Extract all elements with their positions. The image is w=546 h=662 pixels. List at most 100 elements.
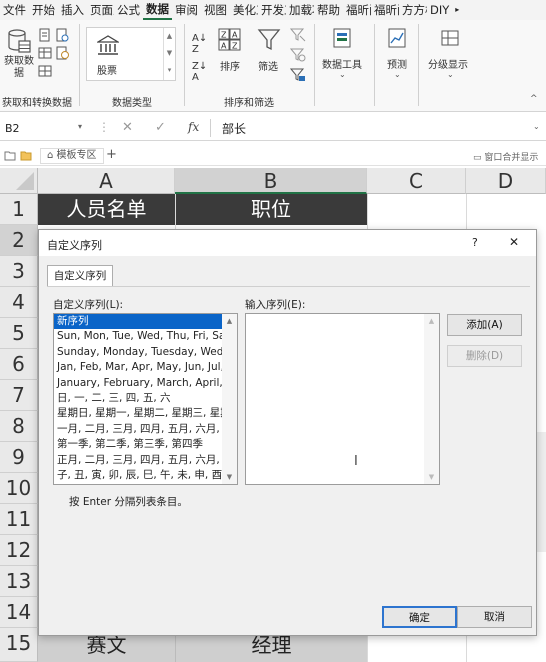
data-tools-label[interactable]: 数据工具: [322, 56, 362, 71]
tab-foxit-2[interactable]: 福昕阅: [371, 0, 399, 20]
tab-fangfang[interactable]: 方方格: [399, 0, 427, 20]
ok-button[interactable]: 确定: [382, 606, 457, 628]
chevron-down-icon[interactable]: ⌄: [339, 70, 346, 79]
custom-list-item[interactable]: 甲, 乙, 丙, 丁, 戊, 己, 庚, 辛, 壬, 癸: [54, 483, 222, 484]
row-header[interactable]: 5: [0, 318, 38, 349]
custom-list-item[interactable]: 星期日, 星期一, 星期二, 星期三, 星期: [54, 406, 222, 421]
row-header[interactable]: 9: [0, 442, 38, 473]
tab-view[interactable]: 视图: [201, 0, 230, 20]
filter-label[interactable]: 筛选: [258, 58, 278, 73]
gallery-scroll[interactable]: ▲ ▼ ▾: [163, 28, 175, 80]
delete-button[interactable]: 删除(D): [447, 345, 522, 367]
close-button[interactable]: ✕: [509, 235, 519, 249]
add-tab-button[interactable]: +: [106, 147, 117, 162]
clear-filter-icon[interactable]: [290, 28, 306, 42]
get-data-label[interactable]: 获取数 据: [2, 56, 36, 80]
custom-list-item[interactable]: Sunday, Monday, Tuesday, Wedi: [54, 345, 222, 360]
row-header[interactable]: 1: [0, 194, 38, 225]
tab-home[interactable]: 开始: [29, 0, 58, 20]
folder-icon[interactable]: [4, 150, 16, 161]
reapply-icon[interactable]: [290, 48, 306, 62]
sort-label[interactable]: 排序: [220, 58, 240, 73]
data-tools-icon[interactable]: [332, 28, 354, 50]
cell-b1[interactable]: 职位: [175, 194, 367, 225]
from-table-icon[interactable]: [38, 46, 52, 60]
row-header[interactable]: 3: [0, 256, 38, 287]
add-button[interactable]: 添加(A): [447, 314, 522, 336]
tab-file[interactable]: 文件: [0, 0, 29, 20]
recent-sources-icon[interactable]: [55, 46, 69, 60]
collapse-ribbon-icon[interactable]: ^: [530, 94, 538, 104]
help-button[interactable]: ?: [472, 236, 478, 249]
tabs-scroll-right-icon[interactable]: ▸: [452, 0, 462, 20]
cell-a1[interactable]: 人员名单: [38, 194, 175, 225]
row-header[interactable]: 12: [0, 535, 38, 566]
tab-foxit-1[interactable]: 福昕阅: [343, 0, 371, 20]
tab-page-layout[interactable]: 页面之: [87, 0, 114, 20]
row-header[interactable]: 2: [0, 225, 38, 256]
row-header[interactable]: 11: [0, 504, 38, 535]
filter-icon[interactable]: [257, 28, 281, 52]
tab-review[interactable]: 审阅: [172, 0, 201, 20]
column-header-c[interactable]: C: [367, 168, 466, 194]
tab-diy[interactable]: DIY: [427, 0, 452, 20]
expand-formula-icon[interactable]: ⌄: [533, 122, 540, 131]
template-tab[interactable]: ⌂ 模板专区: [40, 148, 104, 164]
advanced-filter-icon[interactable]: [290, 68, 306, 82]
custom-list-item[interactable]: Jan, Feb, Mar, Apr, May, Jun, Jul,: [54, 360, 222, 375]
chevron-down-icon[interactable]: ⌄: [394, 70, 401, 79]
existing-connections-icon[interactable]: [38, 64, 52, 78]
custom-list-item[interactable]: 正月, 二月, 三月, 四月, 五月, 六月, 七: [54, 453, 222, 468]
name-box[interactable]: B2: [3, 119, 89, 139]
list-entries-scrollbar[interactable]: ▲ ▼: [424, 314, 439, 484]
outline-label[interactable]: 分级显示: [428, 56, 468, 71]
custom-list-item[interactable]: Sun, Mon, Tue, Wed, Thu, Fri, Sa: [54, 329, 222, 344]
from-web-icon[interactable]: [55, 28, 69, 42]
custom-lists-listbox[interactable]: 新序列 Sun, Mon, Tue, Wed, Thu, Fri, Sa Sunda…: [53, 313, 238, 485]
from-text-icon[interactable]: [38, 28, 52, 42]
tab-formulas[interactable]: 公式: [114, 0, 143, 20]
forecast-label[interactable]: 预测: [387, 56, 407, 71]
enter-icon[interactable]: ✓: [155, 120, 166, 135]
tab-beautify[interactable]: 美化工: [230, 0, 258, 20]
sort-descending-icon[interactable]: Z↓ A: [192, 61, 207, 83]
tab-custom-lists[interactable]: 自定义序列: [47, 265, 113, 287]
column-header-b[interactable]: B: [175, 168, 367, 194]
data-types-gallery[interactable]: 股票 ▲ ▼ ▾: [86, 27, 176, 81]
custom-list-item[interactable]: 日, 一, 二, 三, 四, 五, 六: [54, 391, 222, 406]
row-header[interactable]: 13: [0, 566, 38, 597]
column-header-a[interactable]: A: [38, 168, 175, 194]
tab-addins[interactable]: 加载项: [286, 0, 314, 20]
get-data-icon[interactable]: [6, 28, 32, 54]
column-header-d[interactable]: D: [466, 168, 546, 194]
chevron-down-icon[interactable]: ⌄: [447, 70, 454, 79]
tab-insert[interactable]: 插入: [58, 0, 87, 20]
formula-input[interactable]: 部长: [222, 120, 246, 137]
insert-function-icon[interactable]: fx: [188, 120, 199, 134]
cancel-button[interactable]: 取消: [457, 606, 532, 628]
row-header[interactable]: 8: [0, 411, 38, 442]
tab-data[interactable]: 数据: [143, 1, 172, 20]
row-header[interactable]: 10: [0, 473, 38, 504]
custom-list-item[interactable]: 第一季, 第二季, 第三季, 第四季: [54, 437, 222, 452]
sort-ascending-icon[interactable]: A↓ Z: [192, 33, 207, 55]
cancel-icon[interactable]: ✕: [122, 120, 133, 135]
outline-icon[interactable]: [440, 28, 462, 50]
custom-list-item[interactable]: 新序列: [54, 314, 222, 330]
row-header[interactable]: 14: [0, 597, 38, 628]
merge-windows-toggle[interactable]: ▭ 窗口合并显示: [473, 150, 538, 163]
list-entries-textbox[interactable]: ▲ ▼ I: [245, 313, 440, 485]
custom-lists-scrollbar[interactable]: ▲ ▼: [222, 314, 237, 484]
folder-open-icon[interactable]: [20, 150, 32, 161]
tab-developer[interactable]: 开发工: [258, 0, 286, 20]
custom-list-item[interactable]: 子, 丑, 寅, 卯, 辰, 巳, 午, 未, 申, 酉, 戌: [54, 468, 222, 483]
row-header[interactable]: 6: [0, 349, 38, 380]
custom-list-item[interactable]: January, February, March, April, I: [54, 376, 222, 391]
select-all-corner[interactable]: [0, 168, 38, 194]
tab-help[interactable]: 帮助: [314, 0, 343, 20]
forecast-icon[interactable]: [387, 28, 409, 50]
row-header[interactable]: 4: [0, 287, 38, 318]
sort-icon[interactable]: Z A A Z: [218, 28, 242, 52]
row-header[interactable]: 7: [0, 380, 38, 411]
name-box-dropdown-icon[interactable]: ▾: [78, 122, 82, 131]
